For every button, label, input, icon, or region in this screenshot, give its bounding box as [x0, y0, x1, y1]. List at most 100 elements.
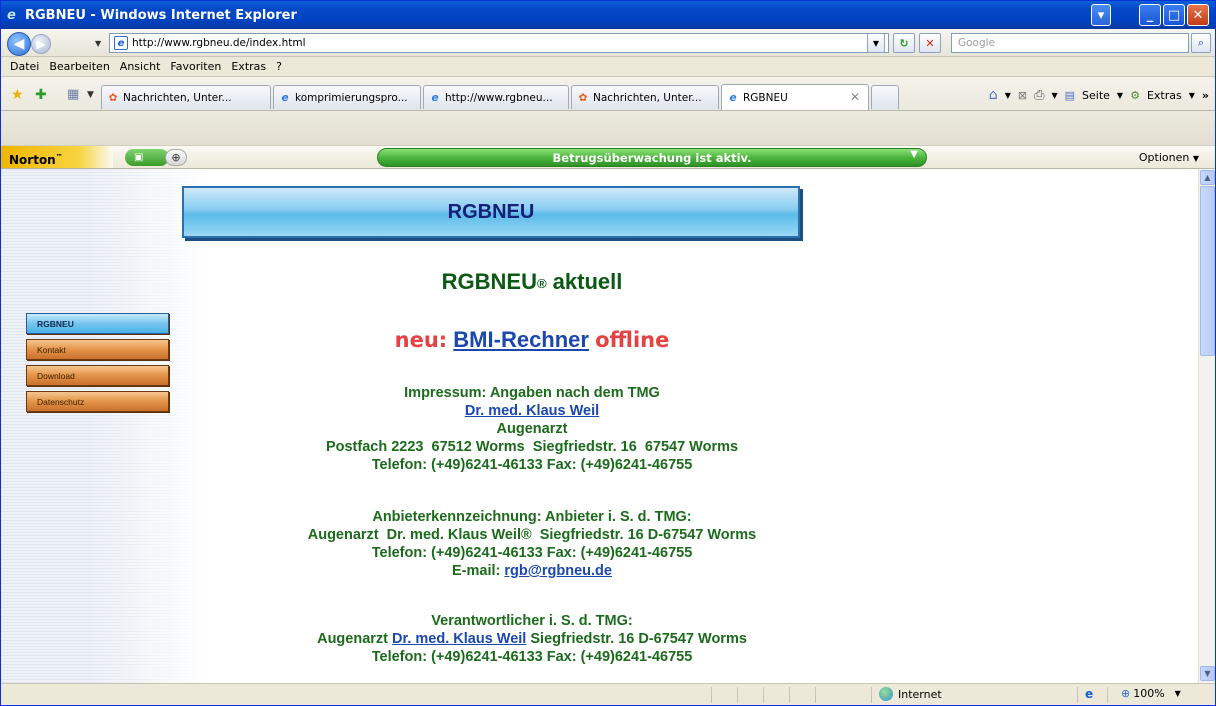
nav-item-kontakt[interactable]: Kontakt — [26, 339, 169, 360]
url-dropdown-button[interactable]: ▼ — [867, 33, 885, 53]
menu-favoriten[interactable]: Favoriten — [170, 60, 221, 73]
security-zone[interactable]: Internet — [879, 687, 942, 701]
nav-item-download[interactable]: Download — [26, 365, 169, 386]
menu-help[interactable]: ? — [276, 60, 282, 73]
tab-2[interactable]: e komprimierungspro... — [273, 85, 421, 109]
url-text: http://www.rgbneu.de/index.html — [132, 37, 306, 49]
tab-close-icon[interactable]: ✕ — [850, 90, 860, 104]
scroll-up-icon[interactable]: ▲ — [1200, 170, 1215, 185]
history-dropdown-icon[interactable]: ▼ — [95, 39, 101, 48]
nav-item-datenschutz[interactable]: Datenschutz — [26, 391, 169, 412]
norton-pc-button[interactable]: ▣ — [125, 149, 169, 166]
refresh-button[interactable]: ↻ — [893, 33, 915, 53]
headline-suffix: aktuell — [546, 269, 623, 294]
back-button[interactable]: ◀ — [7, 32, 31, 56]
zoom-dropdown-icon[interactable]: ▼ — [1175, 689, 1181, 698]
protected-mode-icon[interactable]: e — [1085, 687, 1093, 701]
menu-arrow-icon[interactable]: ▾ — [1091, 4, 1111, 26]
zone-label: Internet — [898, 687, 942, 701]
tools-dropdown-icon[interactable]: ▼ — [1189, 91, 1195, 100]
url-input[interactable]: e http://www.rgbneu.de/index.html — [109, 33, 889, 53]
zoom-level: 100% — [1133, 687, 1165, 700]
impressum-title: Impressum: Angaben nach dem TMG — [404, 385, 660, 401]
status-divider — [763, 687, 764, 703]
tab-toolbar: ★ ✚ ▦ ▼ ✿ Nachrichten, Unter... e kompri… — [1, 77, 1215, 145]
page-viewport: RGBNEU RGBNEU Kontakt Download Datenschu… — [2, 169, 1198, 683]
maximize-button[interactable]: □ — [1163, 4, 1185, 26]
stop-button[interactable]: ✕ — [919, 33, 941, 53]
home-icon[interactable]: ⌂ — [989, 87, 998, 103]
nav-item-rgbneu[interactable]: RGBNEU — [26, 313, 169, 334]
gear-icon: ⚙ — [1130, 88, 1140, 102]
norton-web-button[interactable]: ⊕ — [165, 149, 187, 166]
menu-datei[interactable]: Datei — [10, 60, 39, 73]
scroll-thumb[interactable] — [1200, 186, 1215, 356]
window-title: RGBNEU - Windows Internet Explorer — [25, 7, 297, 23]
tab-3[interactable]: e http://www.rgbneu... — [423, 85, 569, 109]
verantwortlicher-prefix: Augenarzt — [317, 631, 388, 647]
bmi-prefix: neu: — [394, 328, 448, 352]
scroll-down-icon[interactable]: ▼ — [1200, 666, 1215, 681]
search-button[interactable]: ⌕ — [1191, 33, 1211, 53]
page-dropdown-icon[interactable]: ▼ — [1117, 91, 1123, 100]
status-divider — [815, 687, 816, 703]
impressum-name-link[interactable]: Dr. med. Klaus Weil — [465, 403, 599, 419]
minimize-button[interactable]: _ — [1139, 4, 1161, 26]
ie-icon: e — [729, 91, 737, 104]
new-tab-button[interactable] — [871, 85, 899, 109]
tab-label: RGBNEU — [743, 91, 788, 104]
close-button[interactable]: ✕ — [1187, 4, 1209, 26]
tab-4[interactable]: ✿ Nachrichten, Unter... — [571, 85, 719, 109]
chevron-down-icon[interactable]: ▼ — [910, 149, 918, 160]
norton-logo-text: Norton — [9, 153, 56, 167]
options-label: Optionen — [1138, 151, 1190, 164]
verantwortlicher-title: Verantwortlicher i. S. d. TMG: — [431, 613, 633, 629]
email-link[interactable]: rgb@rgbneu.de — [504, 563, 612, 579]
impressum-address: Postfach 2223 67512 Worms Siegfriedstr. … — [325, 439, 739, 455]
print-dropdown-icon[interactable]: ▼ — [1051, 91, 1057, 100]
home-dropdown-icon[interactable]: ▼ — [1005, 91, 1011, 100]
quick-tabs-icon[interactable]: ▦ — [67, 87, 79, 102]
tab-label: Nachrichten, Unter... — [123, 91, 232, 104]
title-bar: e RGBNEU - Windows Internet Explorer ▾ _… — [1, 1, 1215, 29]
menu-bar: Datei Bearbeiten Ansicht Favoriten Extra… — [1, 57, 1215, 77]
verantwortlicher-suffix: Siegfriedstr. 16 D-67547 Worms — [530, 631, 747, 647]
page-menu-button[interactable]: Seite — [1082, 89, 1110, 102]
search-input[interactable]: Google — [951, 33, 1189, 53]
zoom-control[interactable]: ⊕ 100% ▼ — [1121, 687, 1181, 700]
norton-status-bar[interactable]: Betrugsüberwachung ist aktiv. ▼ — [377, 148, 927, 167]
tools-menu-button[interactable]: Extras — [1147, 89, 1182, 102]
forward-button[interactable]: ▶ — [31, 34, 51, 54]
status-divider — [1077, 687, 1078, 703]
norton-logo: Norton™ — [1, 146, 113, 168]
impressum-block: Impressum: Angaben nach dem TMG Dr. med.… — [182, 384, 882, 474]
status-divider — [789, 687, 790, 703]
norton-options-button[interactable]: Optionen ▼ — [1139, 151, 1199, 164]
verantwortlicher-name-link[interactable]: Dr. med. Klaus Weil — [392, 631, 526, 647]
tab-5-active[interactable]: e RGBNEU ✕ — [721, 84, 869, 110]
zoom-icon: ⊕ — [1121, 687, 1131, 700]
address-bar: ◀ ▶ ▼ e http://www.rgbneu.de/index.html … — [1, 29, 1215, 57]
menu-bearbeiten[interactable]: Bearbeiten — [49, 60, 109, 73]
verantwortlicher-phone: Telefon: (+49)6241-46133 Fax: (+49)6241-… — [371, 649, 693, 665]
add-favorite-icon[interactable]: ✚ — [35, 87, 47, 103]
bmi-calculator-link[interactable]: BMI-Rechner — [453, 327, 589, 352]
menu-ansicht[interactable]: Ansicht — [120, 60, 161, 73]
search-placeholder: Google — [958, 37, 996, 49]
globe-icon: ⊕ — [171, 151, 181, 164]
tab-1[interactable]: ✿ Nachrichten, Unter... — [101, 85, 271, 109]
status-divider — [737, 687, 738, 703]
bmi-notice: neu: BMI-Rechner offline — [182, 327, 882, 353]
tab-list-icon[interactable]: ▼ — [87, 90, 94, 100]
options-dropdown-icon: ▼ — [1192, 154, 1199, 163]
email-label: E-mail: — [452, 563, 501, 579]
menu-extras[interactable]: Extras — [231, 60, 266, 73]
favorites-star-icon[interactable]: ★ — [11, 87, 24, 103]
status-divider — [871, 687, 872, 703]
feeds-icon[interactable]: ⊠ — [1018, 89, 1027, 102]
print-icon[interactable]: ⎙ — [1034, 88, 1044, 103]
headline-brand: RGBNEU — [441, 269, 537, 294]
vertical-scrollbar[interactable]: ▲ ▼ — [1198, 169, 1215, 683]
chevron-more-icon[interactable]: » — [1202, 89, 1209, 102]
page-banner: RGBNEU — [182, 186, 800, 238]
